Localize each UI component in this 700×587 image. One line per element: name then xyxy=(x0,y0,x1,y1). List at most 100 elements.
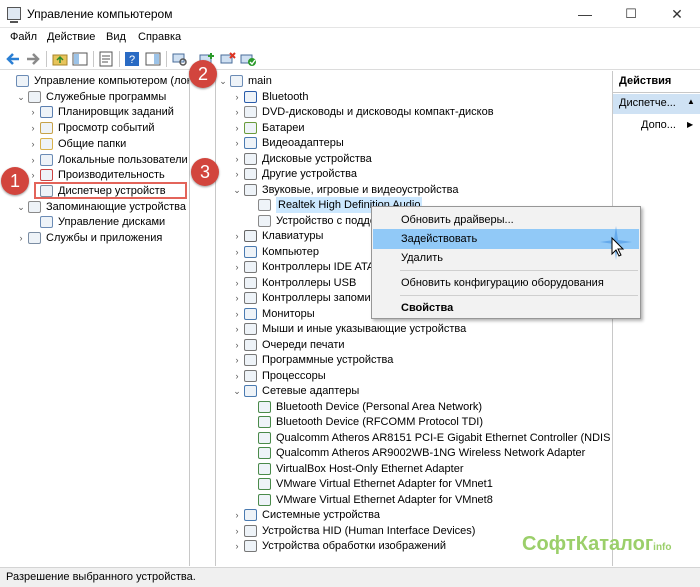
tree-item-label: Службы и приложения xyxy=(46,232,163,244)
expand-chevron-icon[interactable]: › xyxy=(232,290,242,306)
device-icon xyxy=(28,90,41,103)
expand-chevron-icon[interactable]: › xyxy=(232,538,242,554)
collapse-chevron-icon[interactable]: ⌄ xyxy=(232,182,242,198)
device-icon xyxy=(258,462,271,475)
menu-action[interactable]: Действие xyxy=(47,31,95,43)
tree-item-label: Дисковые устройства xyxy=(262,152,372,165)
device-icon xyxy=(258,431,271,444)
expand-chevron-icon[interactable]: › xyxy=(232,306,242,322)
help-icon[interactable]: ? xyxy=(124,51,140,67)
device-manager-highlight xyxy=(34,182,187,199)
tree-item-label: VMware Virtual Ethernet Adapter for VMne… xyxy=(276,478,493,490)
mouse-cursor-icon xyxy=(600,226,632,260)
expand-chevron-icon[interactable]: › xyxy=(232,523,242,539)
expand-chevron-icon[interactable]: › xyxy=(232,120,242,136)
actions-more[interactable]: Допо... ▶ xyxy=(613,116,700,134)
expand-chevron-icon[interactable]: › xyxy=(232,104,242,120)
collapse-chevron-icon[interactable]: ⌄ xyxy=(218,73,228,89)
expand-chevron-icon[interactable]: › xyxy=(28,104,38,120)
expand-chevron-icon[interactable]: › xyxy=(16,230,26,246)
device-icon xyxy=(40,106,53,119)
step-badge-1: 1 xyxy=(1,167,29,195)
maximize-button[interactable]: ☐ xyxy=(608,0,654,28)
tree-item-label: DVD-дисководы и дисководы компакт-дисков xyxy=(262,106,494,118)
tree-item-label: Процессоры xyxy=(262,369,326,382)
device-icon xyxy=(258,400,271,413)
expand-chevron-icon[interactable]: › xyxy=(232,275,242,291)
device-icon xyxy=(16,75,29,87)
expand-chevron-icon[interactable]: › xyxy=(232,368,242,384)
expand-chevron-icon[interactable]: › xyxy=(28,136,38,152)
tree-item-label: Планировщик заданий xyxy=(58,106,174,119)
expand-chevron-icon[interactable]: › xyxy=(28,152,38,168)
show-hide-tree-icon[interactable] xyxy=(72,51,88,67)
tree-item-label: Bluetooth xyxy=(262,90,309,103)
menu-file[interactable]: Файл xyxy=(10,31,37,43)
expand-chevron-icon[interactable]: › xyxy=(232,151,242,167)
back-arrow-icon[interactable] xyxy=(5,51,21,67)
collapse-chevron-icon[interactable]: ⌄ xyxy=(16,89,26,105)
uninstall-device-icon[interactable] xyxy=(220,51,236,67)
device-icon xyxy=(244,307,257,320)
device-icon xyxy=(244,292,257,304)
menu-properties[interactable]: Свойства xyxy=(373,298,639,318)
device-icon xyxy=(244,354,257,366)
device-icon xyxy=(258,199,271,211)
show-hide-action-pane-icon[interactable] xyxy=(145,51,161,67)
tree-item-label: Другие устройства xyxy=(262,168,357,180)
expand-chevron-icon[interactable]: › xyxy=(232,337,242,353)
device-icon xyxy=(244,338,257,351)
device-icon xyxy=(244,121,257,134)
toolbar: ? xyxy=(0,48,700,70)
close-button[interactable]: ✕ xyxy=(654,0,700,28)
device-icon xyxy=(244,183,257,196)
expand-chevron-icon[interactable]: › xyxy=(232,244,242,260)
tree-item-label: Компьютер xyxy=(262,245,319,258)
device-icon xyxy=(244,168,257,180)
scan-hardware-icon[interactable] xyxy=(172,51,188,67)
collapse-chevron-icon[interactable]: ⌄ xyxy=(232,383,242,399)
tree-item-label: Очереди печати xyxy=(262,338,345,351)
device-icon xyxy=(40,137,53,150)
minimize-button[interactable]: — xyxy=(562,0,608,28)
expand-chevron-icon[interactable]: › xyxy=(232,89,242,105)
status-bar: Разрешение выбранного устройства. xyxy=(0,567,700,587)
device-icon xyxy=(40,122,53,135)
computer-management-icon xyxy=(7,7,21,23)
tree-item-label: Локальные пользователи и xyxy=(58,153,190,166)
expand-chevron-icon[interactable]: › xyxy=(232,507,242,523)
expand-chevron-icon[interactable]: › xyxy=(28,167,38,183)
menu-view[interactable]: Вид xyxy=(106,31,126,43)
expand-chevron-icon[interactable]: › xyxy=(232,321,242,337)
tree-item-label: Bluetooth Device (Personal Area Network) xyxy=(276,400,483,413)
expand-chevron-icon[interactable]: › xyxy=(232,352,242,368)
watermark-logo: СофтКаталогinfo xyxy=(522,533,672,555)
expand-chevron-icon[interactable]: › xyxy=(232,228,242,244)
expand-chevron-icon[interactable]: › xyxy=(232,166,242,182)
expand-chevron-icon[interactable]: › xyxy=(232,135,242,151)
device-icon xyxy=(258,214,271,227)
expand-chevron-icon[interactable]: › xyxy=(232,259,242,275)
tree-item-label: Мыши и иные указывающие устройства xyxy=(262,323,467,335)
forward-arrow-icon[interactable] xyxy=(25,51,41,67)
title-bar: Управление компьютером — ☐ ✕ xyxy=(0,0,700,28)
device-icon xyxy=(40,216,53,229)
device-icon xyxy=(258,493,271,506)
device-icon xyxy=(244,245,257,258)
menu-help[interactable]: Справка xyxy=(138,31,181,43)
device-icon xyxy=(244,509,257,521)
enable-device-icon[interactable] xyxy=(240,51,256,67)
svg-text:?: ? xyxy=(129,54,135,66)
tree-item-label: Просмотр событий xyxy=(58,122,155,135)
device-icon xyxy=(244,230,257,242)
expand-chevron-icon[interactable]: › xyxy=(28,120,38,136)
up-folder-icon[interactable] xyxy=(52,51,68,67)
properties-icon[interactable] xyxy=(98,51,114,67)
menu-scan-hardware[interactable]: Обновить конфигурацию оборудования xyxy=(373,273,639,293)
actions-section-device-manager[interactable]: Диспетче... ▲ xyxy=(613,94,700,114)
tree-item-label: Звуковые, игровые и видеоустройства xyxy=(262,183,459,196)
device-icon xyxy=(258,447,271,459)
collapse-chevron-icon[interactable]: ⌄ xyxy=(16,199,26,215)
actions-header: Действия xyxy=(619,75,672,87)
step-badge-3: 3 xyxy=(191,158,219,186)
